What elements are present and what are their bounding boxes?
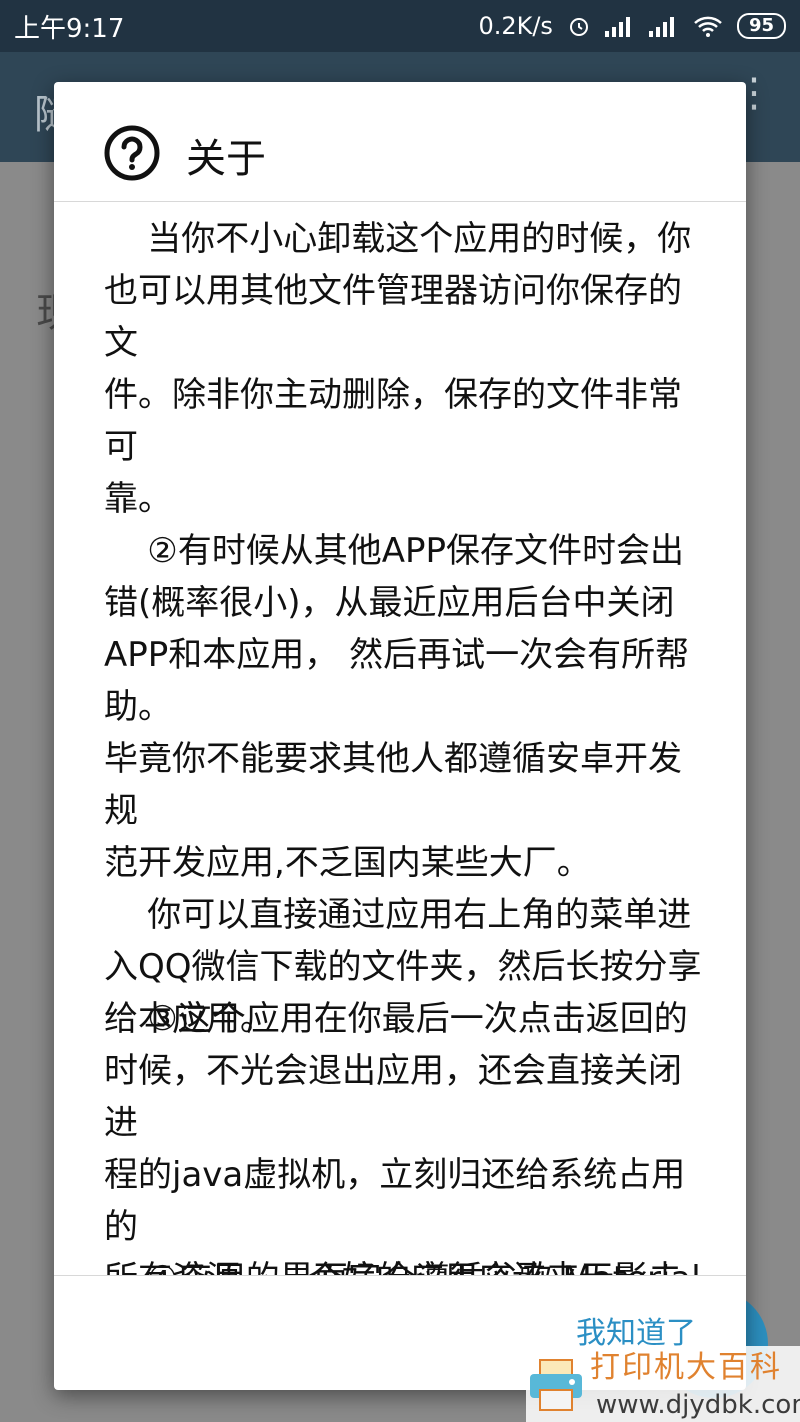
watermark-brand: 打印机大百科 xyxy=(590,1350,782,1385)
printer-icon xyxy=(530,1359,582,1411)
dialog-header: 关于 xyxy=(54,82,746,202)
network-speed: 0.2K/s xyxy=(478,12,553,40)
status-bar: 上午9:17 0.2K/s 95 xyxy=(0,0,800,52)
about-dialog: 关于 当你不小心卸载这个应用的时候，你 也可以用其他文件管理器访问你保存的文 件… xyxy=(54,82,746,1390)
status-icons: 0.2K/s 95 xyxy=(478,12,786,40)
signal-icon-2 xyxy=(648,17,674,37)
wifi-icon xyxy=(694,16,722,37)
help-icon xyxy=(104,125,160,181)
paragraph-uninstall: 当你不小心卸载这个应用的时候，你 也可以用其他文件管理器访问你保存的文 件。除非… xyxy=(104,219,692,519)
dialog-title: 关于 xyxy=(186,136,266,182)
watermark-url: www.djydbk.com xyxy=(596,1390,800,1420)
alarm-icon xyxy=(569,18,588,36)
watermark: 打印机大百科 www.djydbk.com xyxy=(526,1346,800,1422)
signal-icon xyxy=(604,17,630,37)
battery-indicator: 95 xyxy=(736,13,786,39)
paragraph-exit: ③这个应用在你最后一次点击返回的 时候，不光会退出应用，还会直接关闭进 程的ja… xyxy=(104,999,688,1275)
status-time: 上午9:17 xyxy=(14,13,125,44)
paragraph-material-design: ④应用的界面完全遵循谷歌 Material Design 设计规范，而且没有任何… xyxy=(104,1253,704,1275)
paragraph-save-error: ②有时候从其他APP保存文件时会出 错(概率很小)，从最近应用后台中关闭 APP… xyxy=(104,531,702,1039)
dialog-content[interactable]: 当你不小心卸载这个应用的时候，你 也可以用其他文件管理器访问你保存的文 件。除非… xyxy=(54,203,746,1275)
